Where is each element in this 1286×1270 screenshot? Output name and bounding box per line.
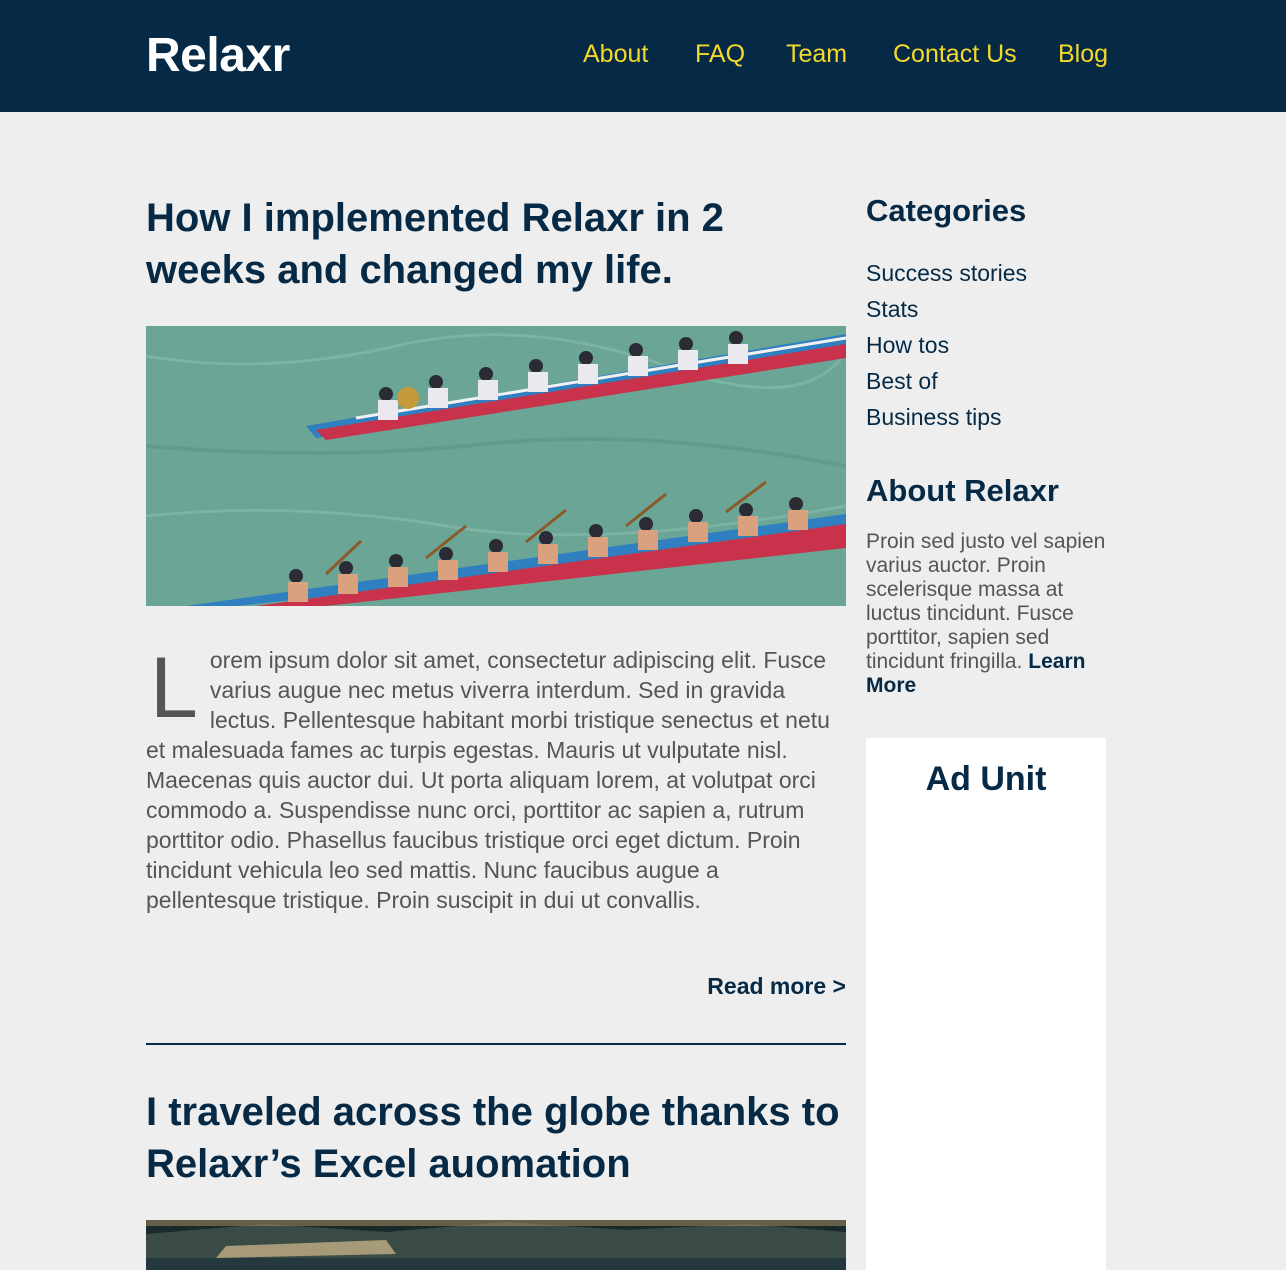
post-image-lake[interactable] <box>146 1220 846 1270</box>
about-text: Proin sed justo vel sapien varius auctor… <box>866 530 1106 698</box>
main-nav: About FAQ Team Contact Us Blog <box>0 40 1286 72</box>
read-more-link[interactable]: Read more > <box>646 973 846 1000</box>
ad-unit-title: Ad Unit <box>925 760 1047 798</box>
nav-faq[interactable]: FAQ <box>695 40 745 69</box>
category-success-stories[interactable]: Success stories <box>866 255 1027 291</box>
post-divider <box>146 1043 846 1045</box>
category-stats[interactable]: Stats <box>866 291 1027 327</box>
post-title[interactable]: How I implemented Relaxr in 2 weeks and … <box>146 192 846 296</box>
ad-unit[interactable]: Ad Unit <box>866 738 1106 1270</box>
post-excerpt-text: orem ipsum dolor sit amet, consectetur a… <box>146 647 830 913</box>
categories-list: Success stories Stats How tos Best of Bu… <box>866 255 1027 435</box>
about-heading: About Relaxr <box>866 473 1059 508</box>
nav-team[interactable]: Team <box>786 40 847 69</box>
post-image-dragon-boat[interactable] <box>146 326 846 606</box>
post-excerpt: Lorem ipsum dolor sit amet, consectetur … <box>146 645 846 915</box>
post-title[interactable]: I traveled across the globe thanks to Re… <box>146 1086 846 1190</box>
category-business-tips[interactable]: Business tips <box>866 399 1027 435</box>
dragon-boat-race-image <box>146 326 846 606</box>
nav-contact-us[interactable]: Contact Us <box>893 40 1017 69</box>
category-best-of[interactable]: Best of <box>866 363 1027 399</box>
site-header: Relaxr About FAQ Team Contact Us Blog <box>0 0 1286 112</box>
drop-cap: L <box>150 640 198 736</box>
lake-landscape-image <box>146 1220 846 1270</box>
nav-blog[interactable]: Blog <box>1058 40 1108 69</box>
nav-about[interactable]: About <box>583 40 648 69</box>
categories-heading: Categories <box>866 193 1027 228</box>
category-how-tos[interactable]: How tos <box>866 327 1027 363</box>
